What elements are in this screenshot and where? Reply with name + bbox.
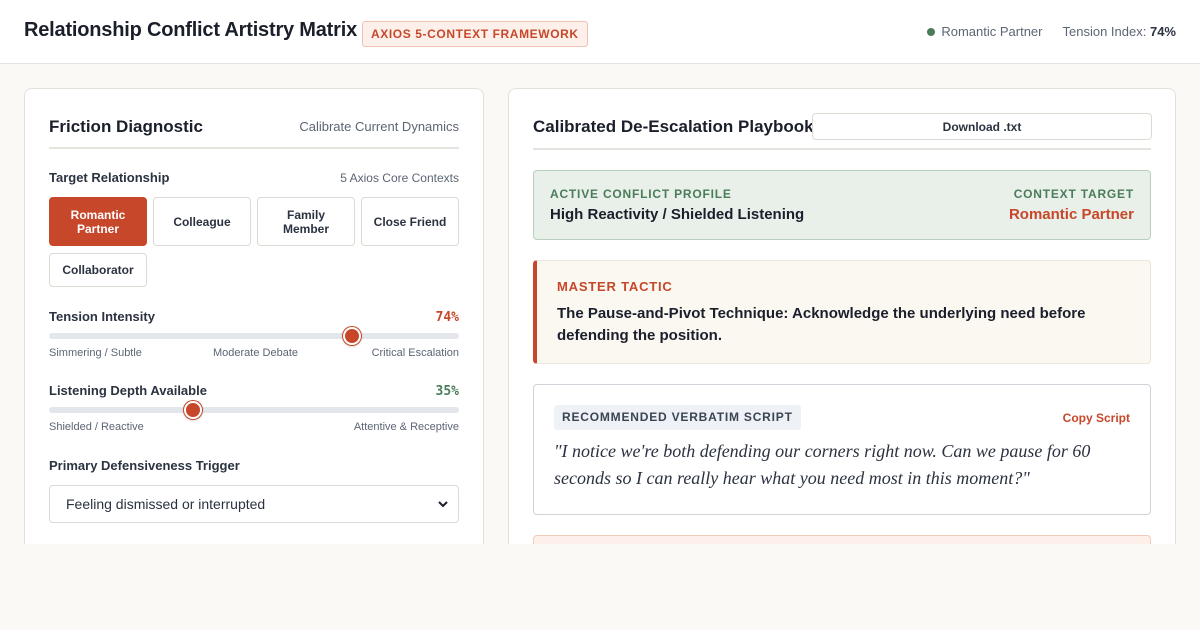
listening-value: 35% xyxy=(435,384,459,399)
context-target-value: Romantic Partner xyxy=(1008,206,1134,223)
panel-subtitle: Calibrate Current Dynamics xyxy=(299,119,459,134)
context-target-label: CONTEXT TARGET xyxy=(1013,187,1134,201)
tension-readout: Tension Index: 74% xyxy=(1063,24,1177,39)
listening-tick-low: Shielded / Reactive xyxy=(49,421,144,433)
panel-header: Friction Diagnostic Calibrate Current Dy… xyxy=(49,89,459,149)
panel-title: Friction Diagnostic xyxy=(49,117,203,136)
conflict-profile-card: ACTIVE CONFLICT PROFILE High Reactivity … xyxy=(533,170,1151,240)
relationship-label: Target Relationship xyxy=(49,170,170,185)
tension-value: 74% xyxy=(435,310,459,325)
verbatim-script-card: RECOMMENDED VERBATIM SCRIPT Copy Script … xyxy=(533,384,1151,515)
tension-readout-value: 74% xyxy=(1149,24,1176,39)
tension-tick-mid: Moderate Debate xyxy=(213,347,298,359)
listening-slider-thumb[interactable] xyxy=(183,401,202,419)
status-dot-icon xyxy=(927,27,936,36)
friction-diagnostic-panel: Friction Diagnostic Calibrate Current Dy… xyxy=(24,88,484,544)
relationship-option-romantic-partner[interactable]: Romantic Partner xyxy=(49,197,147,246)
tactic-label: MASTER TACTIC xyxy=(557,279,673,294)
tension-readout-label: Tension Index: xyxy=(1062,24,1147,39)
profile-value: High Reactivity / Shielded Listening xyxy=(550,206,805,223)
relationship-aside: 5 Axios Core Contexts xyxy=(340,171,459,185)
master-tactic-card: MASTER TACTIC The Pause-and-Pivot Techni… xyxy=(533,260,1151,364)
tension-tick-high: Critical Escalation xyxy=(371,347,459,359)
tension-slider[interactable] xyxy=(49,327,459,345)
next-section-card xyxy=(533,535,1151,544)
tactic-text: The Pause-and-Pivot Technique: Acknowled… xyxy=(557,305,1086,344)
status-label: Romantic Partner xyxy=(941,24,1043,39)
relationship-option-collaborator[interactable]: Collaborator xyxy=(49,253,147,287)
trigger-select[interactable]: Feeling dismissed or interrupted xyxy=(49,485,459,523)
profile-label: ACTIVE CONFLICT PROFILE xyxy=(550,187,732,201)
listening-label: Listening Depth Available xyxy=(49,383,207,398)
relationship-option-colleague[interactable]: Colleague xyxy=(153,197,251,246)
tension-tick-low: Simmering / Subtle xyxy=(49,347,142,359)
trigger-select-value: Feeling dismissed or interrupted xyxy=(66,496,266,512)
playbook-panel: Calibrated De-Escalation Playbook Downlo… xyxy=(508,88,1176,544)
framework-badge: AXIOS 5-CONTEXT FRAMEWORK xyxy=(362,21,588,47)
listening-slider[interactable] xyxy=(49,401,459,419)
relationship-option-close-friend[interactable]: Close Friend xyxy=(361,197,459,246)
tension-slider-thumb[interactable] xyxy=(343,327,362,345)
script-text: "I notice we're both defending our corne… xyxy=(554,441,1091,488)
panel-title: Calibrated De-Escalation Playbook xyxy=(533,117,814,136)
tension-label: Tension Intensity xyxy=(49,309,155,324)
listening-tick-high: Attentive & Receptive xyxy=(353,421,459,433)
header-status: Romantic Partner Tension Index: 74% xyxy=(927,24,1176,39)
script-label: RECOMMENDED VERBATIM SCRIPT xyxy=(554,405,801,430)
download-button[interactable]: Download .txt xyxy=(812,113,1152,140)
top-bar: Relationship Conflict Artistry Matrix AX… xyxy=(0,0,1200,64)
relationship-option-family-member[interactable]: Family Member xyxy=(257,197,355,246)
app-title: Relationship Conflict Artistry Matrix xyxy=(24,19,358,41)
trigger-label: Primary Defensiveness Trigger xyxy=(49,458,240,473)
chevron-down-icon xyxy=(438,501,448,508)
copy-script-button[interactable]: Copy Script xyxy=(1063,411,1130,425)
